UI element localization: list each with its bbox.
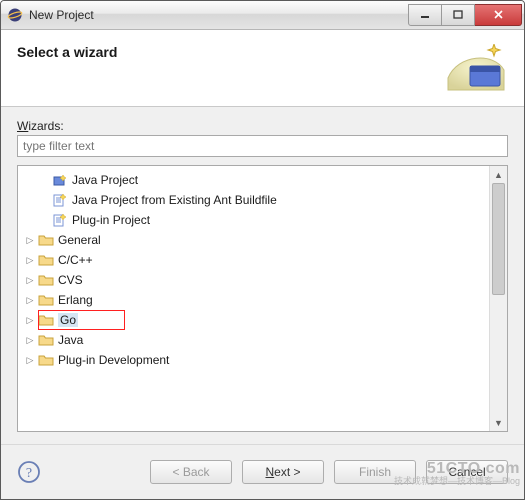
wizard-icon	[52, 192, 68, 208]
tree-item-label: C/C++	[58, 253, 93, 267]
tree-folder-item[interactable]: ▷ Go	[20, 310, 487, 330]
help-button[interactable]: ?	[17, 460, 41, 484]
minimize-button[interactable]	[408, 4, 442, 26]
window-title: New Project	[29, 8, 408, 22]
window-controls	[408, 4, 522, 24]
banner-title: Select a wizard	[17, 44, 444, 60]
folder-icon	[38, 292, 54, 308]
wizards-label: Wizards:	[17, 119, 508, 133]
next-button[interactable]: Next >	[242, 460, 324, 484]
folder-icon	[38, 312, 54, 328]
expand-icon[interactable]: ▷	[24, 355, 36, 366]
scroll-thumb[interactable]	[492, 183, 505, 295]
finish-button[interactable]: Finish	[334, 460, 416, 484]
tree-item-label: Java Project from Existing Ant Buildfile	[72, 193, 277, 207]
dialog-body: Wizards: Java Project Java Project from E…	[1, 107, 524, 444]
tree-folder-item[interactable]: ▷ CVS	[20, 270, 487, 290]
back-button[interactable]: < Back	[150, 460, 232, 484]
new-project-dialog: New Project Select a wizard	[0, 0, 525, 500]
tree-folder-item[interactable]: ▷ General	[20, 230, 487, 250]
expand-icon[interactable]: ▷	[24, 275, 36, 286]
folder-icon	[38, 252, 54, 268]
scroll-up-arrow[interactable]: ▲	[490, 166, 507, 183]
tree-wizard-item[interactable]: Java Project from Existing Ant Buildfile	[20, 190, 487, 210]
tree-wizard-item[interactable]: Java Project	[20, 170, 487, 190]
wizard-filter-input[interactable]	[17, 135, 508, 157]
eclipse-icon	[7, 7, 23, 23]
wizard-tree[interactable]: Java Project Java Project from Existing A…	[18, 166, 489, 431]
tree-item-label: Plug-in Development	[58, 353, 169, 367]
dialog-footer: ? < Back Next > Finish Cancel	[1, 444, 524, 499]
folder-icon	[38, 272, 54, 288]
expand-icon[interactable]: ▷	[24, 335, 36, 346]
folder-icon	[38, 352, 54, 368]
tree-item-label: Java Project	[72, 173, 138, 187]
tree-folder-item[interactable]: ▷ C/C++	[20, 250, 487, 270]
vertical-scrollbar[interactable]: ▲ ▼	[489, 166, 507, 431]
wizard-icon	[52, 172, 68, 188]
tree-item-label: CVS	[58, 273, 83, 287]
expand-icon[interactable]: ▷	[24, 255, 36, 266]
wizard-tree-container: Java Project Java Project from Existing A…	[17, 165, 508, 432]
cancel-button[interactable]: Cancel	[426, 460, 508, 484]
tree-item-label: Go	[58, 313, 78, 327]
expand-icon[interactable]: ▷	[24, 315, 36, 326]
maximize-button[interactable]	[442, 4, 475, 26]
wizard-icon	[52, 212, 68, 228]
tree-wizard-item[interactable]: Plug-in Project	[20, 210, 487, 230]
tree-item-label: Java	[58, 333, 83, 347]
tree-item-label: Erlang	[58, 293, 93, 307]
tree-folder-item[interactable]: ▷ Erlang	[20, 290, 487, 310]
titlebar[interactable]: New Project	[1, 1, 524, 30]
tree-item-label: Plug-in Project	[72, 213, 150, 227]
close-button[interactable]	[475, 4, 522, 26]
new-wizard-icon	[444, 44, 508, 96]
expand-icon[interactable]: ▷	[24, 295, 36, 306]
svg-text:?: ?	[26, 466, 32, 481]
folder-icon	[38, 332, 54, 348]
dialog-banner: Select a wizard	[1, 30, 524, 107]
folder-icon	[38, 232, 54, 248]
scroll-down-arrow[interactable]: ▼	[490, 414, 507, 431]
tree-folder-item[interactable]: ▷ Plug-in Development	[20, 350, 487, 370]
expand-icon[interactable]: ▷	[24, 235, 36, 246]
tree-folder-item[interactable]: ▷ Java	[20, 330, 487, 350]
tree-item-label: General	[58, 233, 101, 247]
